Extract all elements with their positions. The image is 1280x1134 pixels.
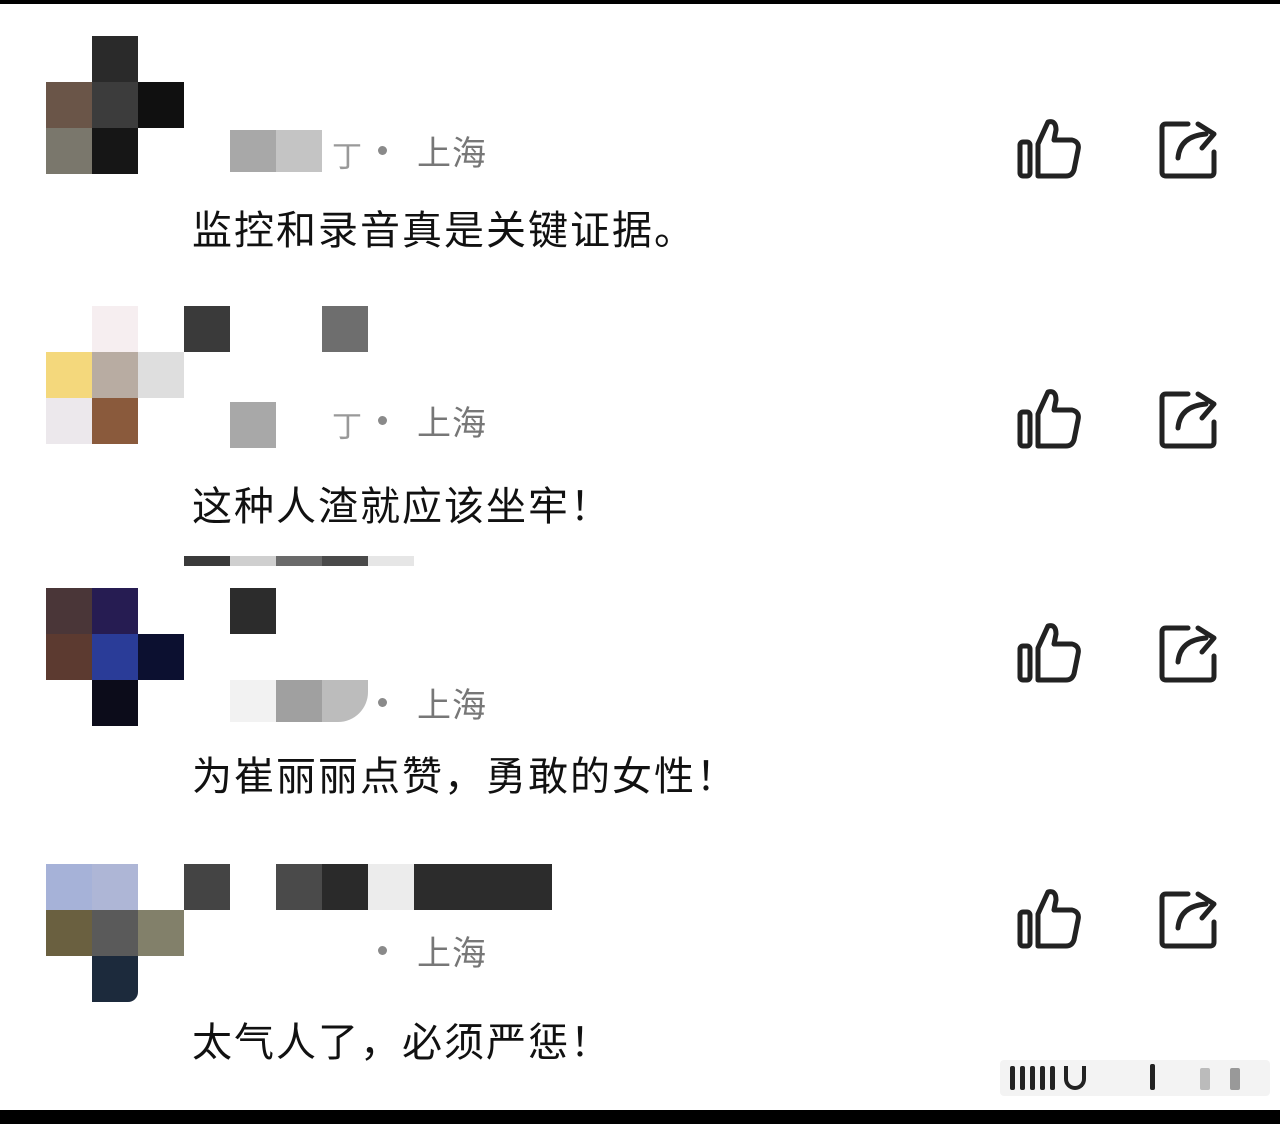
thumbs-up-icon[interactable]	[1014, 116, 1084, 186]
top-border	[0, 0, 1280, 4]
comment-text: 太气人了，必须严惩！	[192, 1020, 612, 1066]
username-redacted[interactable]	[184, 36, 564, 176]
avatar[interactable]	[46, 588, 186, 728]
separator-dot	[378, 145, 387, 155]
avatar[interactable]	[46, 36, 186, 176]
comment-text: 这种人渣就应该坐牢！	[192, 484, 612, 530]
avatar[interactable]	[46, 306, 186, 446]
username-redacted[interactable]	[184, 306, 564, 448]
username-redacted[interactable]	[184, 588, 564, 728]
redaction-bar	[184, 556, 414, 566]
comment-item: 上海 为崔丽丽点赞，勇敢的女性！	[0, 588, 1280, 858]
comment-text: 为崔丽丽点赞，勇敢的女性！	[192, 754, 738, 800]
location-label: 上海	[417, 133, 487, 174]
comment-item: 丁 上海 监控和录音真是关键证据。	[0, 36, 1280, 306]
comment-meta: 上海	[378, 130, 487, 174]
watermark-logo	[1000, 1060, 1270, 1096]
thumbs-up-icon[interactable]	[1014, 386, 1084, 456]
comment-meta: 上海	[378, 682, 487, 726]
avatar[interactable]	[46, 864, 186, 1004]
thumbs-up-icon[interactable]	[1014, 886, 1084, 956]
location-label: 上海	[417, 933, 487, 974]
username-fragment: 丁	[332, 410, 362, 445]
username-redacted[interactable]	[184, 864, 564, 1004]
comment-item: 丁 上海 这种人渣就应该坐牢！	[0, 306, 1280, 576]
share-icon[interactable]	[1156, 116, 1222, 182]
separator-dot	[378, 415, 387, 425]
bottom-border	[0, 1110, 1280, 1124]
separator-dot	[378, 697, 387, 707]
thumbs-up-icon[interactable]	[1014, 620, 1084, 690]
comment-meta: 上海	[378, 400, 487, 444]
comment-meta: 上海	[378, 930, 487, 974]
location-label: 上海	[417, 403, 487, 444]
share-icon[interactable]	[1156, 620, 1222, 686]
share-icon[interactable]	[1156, 886, 1222, 952]
location-label: 上海	[417, 685, 487, 726]
username-fragment: 丁	[332, 140, 362, 175]
comment-text: 监控和录音真是关键证据。	[192, 208, 696, 254]
share-icon[interactable]	[1156, 386, 1222, 452]
separator-dot	[378, 945, 387, 955]
